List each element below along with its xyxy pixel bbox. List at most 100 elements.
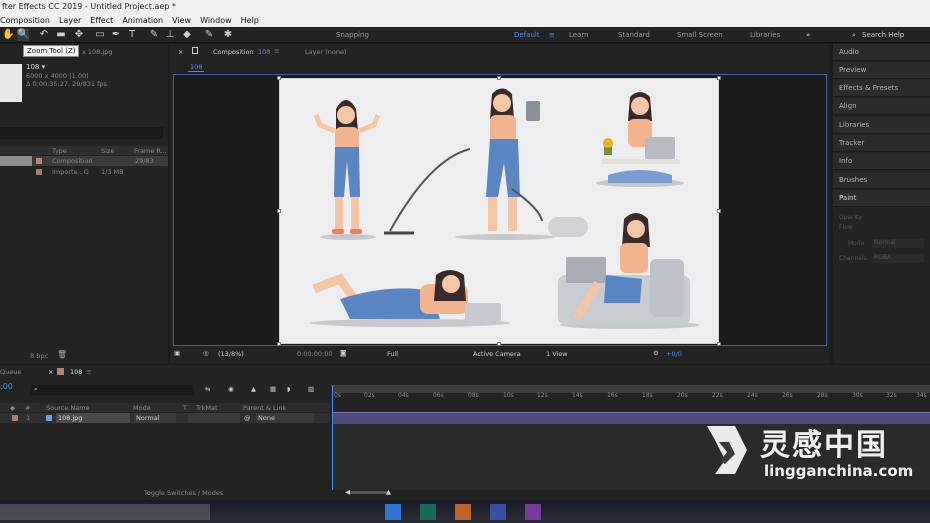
layer-label-color[interactable] xyxy=(12,415,18,421)
camera-tool-icon[interactable]: ▬ xyxy=(55,29,67,41)
timeline-search-input[interactable] xyxy=(30,385,194,395)
panel-paint[interactable]: Paint xyxy=(833,190,930,207)
taskbar-app-icon[interactable] xyxy=(455,504,471,520)
bit-depth[interactable]: 8 bpc xyxy=(30,352,48,360)
workspace-standard[interactable]: Standard xyxy=(618,31,650,39)
zoom-in-timeline-icon[interactable]: ▲ xyxy=(386,488,391,496)
clone-stamp-icon[interactable]: ⊥ xyxy=(164,29,176,41)
transform-handle[interactable] xyxy=(717,76,721,80)
taskbar-app-icon[interactable] xyxy=(420,504,436,520)
column-type[interactable]: Type xyxy=(52,147,67,155)
panel-brushes[interactable]: Brushes xyxy=(833,172,930,189)
graph-editor-icon[interactable]: ▨ xyxy=(308,385,314,393)
panel-preview[interactable]: Preview xyxy=(833,62,930,79)
composition-tab-label[interactable]: Composition xyxy=(213,48,254,56)
timeline-layer-row[interactable]: 1 108.jpg Normal @ None xyxy=(0,413,330,423)
transform-handle[interactable] xyxy=(717,209,721,213)
preview-icon[interactable]: ▣ xyxy=(174,349,180,357)
parent-select[interactable]: None xyxy=(256,413,314,423)
transform-handle[interactable] xyxy=(717,342,721,346)
workspace-libraries[interactable]: Libraries xyxy=(750,31,780,39)
resolution-select[interactable]: Full xyxy=(387,350,398,358)
type-tool-icon[interactable]: T xyxy=(126,29,138,41)
zoom-tool-icon[interactable]: 🔍 xyxy=(17,29,29,41)
close-tab-icon[interactable]: × xyxy=(178,48,183,56)
taskbar-app-icon[interactable] xyxy=(385,504,401,520)
menu-layer[interactable]: Layer xyxy=(59,14,81,27)
taskbar-app-icon[interactable] xyxy=(525,504,541,520)
panel-tracker[interactable]: Tracker xyxy=(833,135,930,152)
timeline-current-time[interactable]: :00 xyxy=(0,382,13,391)
search-help-input[interactable]: Search Help xyxy=(862,31,904,39)
paint-mode-select[interactable]: Normal xyxy=(872,239,924,248)
comp-flowchart-icon[interactable]: ⇆ xyxy=(205,385,210,393)
comp-breadcrumb[interactable]: 108 xyxy=(188,63,205,72)
hand-tool-icon[interactable]: ✋ xyxy=(2,29,14,41)
view-layout-select[interactable]: 1 View xyxy=(546,350,568,358)
workspace-small-screen[interactable]: Small Screen xyxy=(677,31,723,39)
camera-select[interactable]: Active Camera xyxy=(473,350,521,358)
brush-tool-icon[interactable]: ✎ xyxy=(148,29,160,41)
timeline-zoom-slider[interactable] xyxy=(350,491,390,494)
column-size[interactable]: Size xyxy=(101,147,114,155)
trkmat-select[interactable] xyxy=(188,413,240,423)
draft-3d-icon[interactable]: ◉ xyxy=(228,385,234,393)
more-workspaces-icon[interactable]: » xyxy=(806,31,810,39)
panel-audio[interactable]: Audio xyxy=(833,44,930,61)
pan-behind-tool-icon[interactable]: ✥ xyxy=(73,29,85,41)
transform-handle[interactable] xyxy=(277,76,281,80)
transform-handle[interactable] xyxy=(497,76,501,80)
rectangle-tool-icon[interactable]: ▭ xyxy=(94,29,106,41)
render-queue-tab[interactable]: Queue xyxy=(0,368,21,376)
project-tab[interactable]: x 108.jpg xyxy=(82,48,112,56)
project-item-name[interactable]: 108 ▾ xyxy=(26,63,45,71)
current-time[interactable]: 0:00:00:00 xyxy=(297,350,333,358)
workspace-menu-icon[interactable]: ≡ xyxy=(549,31,555,39)
number-column[interactable]: # xyxy=(25,404,30,412)
pen-tool-icon[interactable]: ✒ xyxy=(110,29,122,41)
project-row[interactable]: Composition 29/83 xyxy=(0,156,168,166)
composition-canvas[interactable] xyxy=(279,78,719,344)
panel-align[interactable]: Align xyxy=(833,98,930,115)
trash-icon[interactable]: 🗑 xyxy=(57,350,67,359)
transform-handle[interactable] xyxy=(277,209,281,213)
transform-handle[interactable] xyxy=(277,342,281,346)
timeline-tab[interactable]: 108 xyxy=(70,368,82,376)
time-ruler[interactable] xyxy=(332,385,930,393)
playhead[interactable] xyxy=(332,385,333,490)
column-source-name[interactable]: Source Name xyxy=(46,404,90,412)
shy-layers-icon[interactable]: ▲ xyxy=(251,385,256,393)
project-row[interactable]: Importe...G 1/3 MB xyxy=(0,167,168,177)
menu-effect[interactable]: Effect xyxy=(90,14,113,27)
workspace-learn[interactable]: Learn xyxy=(569,31,589,39)
motion-blur-icon[interactable]: ◗ xyxy=(287,385,290,393)
mask-icon[interactable]: ◎ xyxy=(203,349,209,357)
panel-libraries[interactable]: Libraries xyxy=(833,117,930,134)
tab-menu-icon[interactable]: ≡ xyxy=(86,368,91,376)
rotate-tool-icon[interactable]: ↶ xyxy=(38,29,50,41)
column-t[interactable]: T xyxy=(183,404,187,412)
layer-name[interactable]: 108.jpg xyxy=(56,413,130,423)
column-trkmat[interactable]: TrkMat xyxy=(196,404,218,412)
snapshot-icon[interactable]: ◙ xyxy=(340,349,346,357)
roto-brush-icon[interactable]: ✎ xyxy=(203,29,215,41)
menu-view[interactable]: View xyxy=(172,14,191,27)
exposure-offset[interactable]: +0/0 xyxy=(666,350,682,358)
eraser-tool-icon[interactable]: ◆ xyxy=(181,29,193,41)
menu-composition[interactable]: Composition xyxy=(0,14,50,27)
lock-icon[interactable] xyxy=(192,47,198,54)
menu-animation[interactable]: Animation xyxy=(122,14,163,27)
paint-channels-select[interactable]: RGBA xyxy=(872,254,924,263)
workspace-default[interactable]: Default xyxy=(514,31,540,39)
toggle-switches-modes[interactable]: Toggle Switches / Modes xyxy=(144,489,223,497)
menu-help[interactable]: Help xyxy=(241,14,259,27)
layer-mode-select[interactable]: Normal xyxy=(134,413,176,423)
taskbar-app-icon[interactable] xyxy=(490,504,506,520)
tab-menu-icon[interactable]: ≡ xyxy=(274,47,279,55)
column-parent[interactable]: Parent & Link xyxy=(243,404,286,412)
project-search-input[interactable] xyxy=(0,127,163,139)
menu-window[interactable]: Window xyxy=(200,14,232,27)
panel-effects-presets[interactable]: Effects & Presets xyxy=(833,80,930,97)
column-mode[interactable]: Mode xyxy=(133,404,151,412)
zoom-level[interactable]: (13/8%) xyxy=(218,350,244,358)
